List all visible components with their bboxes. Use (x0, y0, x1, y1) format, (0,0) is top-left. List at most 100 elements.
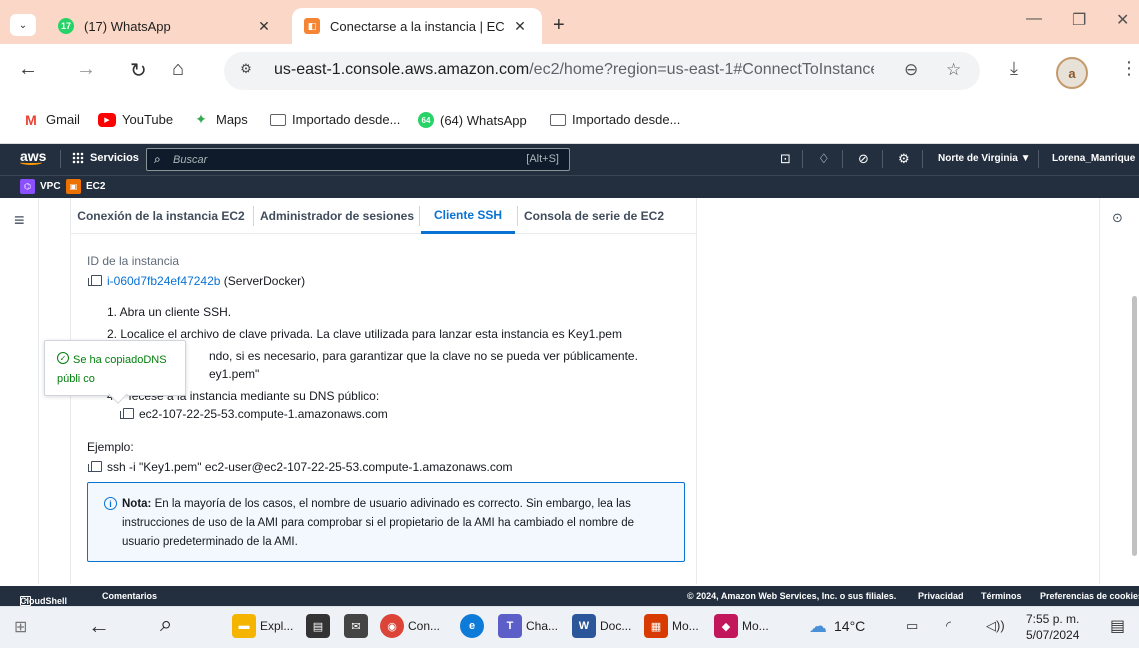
aws-logo-text: aws (20, 148, 47, 164)
new-tab-icon[interactable]: + (553, 14, 565, 37)
cookie-preferences-link[interactable]: Preferencias de cookies (1040, 591, 1139, 601)
taskbar-app-teams[interactable]: T Cha... (498, 614, 558, 638)
step-3-text: ndo, si es necesario, para garantizar qu… (209, 349, 638, 363)
tab-aws-connect[interactable]: ◧ Conectarse a la instancia | EC ✕ (292, 8, 542, 44)
info-panel-icon[interactable]: ⊙ (1112, 210, 1123, 226)
taskbar-weather[interactable]: ☁ 14°C (806, 614, 865, 638)
aws-footer: > CloudShell Comentarios © 2024, Amazon W… (0, 586, 1139, 606)
back-arrow-icon[interactable]: ← (18, 58, 38, 81)
profile-avatar[interactable]: a (1056, 57, 1088, 89)
cloudshell-icon[interactable]: ⊡ (780, 151, 791, 167)
privacy-link[interactable]: Privacidad (918, 591, 964, 601)
close-icon[interactable]: ✕ (254, 18, 274, 35)
favorite-ec2[interactable]: ▣ EC2 (66, 179, 105, 194)
bell-icon[interactable]: ♢ (818, 151, 830, 167)
bookmark-gmail[interactable]: M Gmail (22, 112, 80, 128)
user-menu[interactable]: Lorena_Manrique ▼ (1052, 153, 1139, 164)
dns-row: ec2-107-22-25-53.compute-1.amazonaws.com (120, 407, 388, 421)
taskbar-app-label: Mo... (672, 619, 699, 633)
aws-logo[interactable]: aws (20, 148, 46, 165)
taskbar-store[interactable]: ▤ (306, 614, 334, 638)
close-icon[interactable]: ✕ (510, 18, 530, 35)
bookmark-maps[interactable]: ✦ Maps (192, 111, 248, 127)
copy-icon[interactable] (88, 461, 102, 472)
forward-arrow-icon[interactable]: → (76, 58, 96, 81)
zoom-icon[interactable]: ⊖ (904, 60, 918, 80)
window-close-icon[interactable]: ✕ (1116, 10, 1129, 30)
tab-session-manager[interactable]: Administrador de sesiones (257, 198, 417, 234)
instance-name: (ServerDocker) (223, 274, 306, 288)
bookmark-folder-1[interactable]: Importado desde... (270, 112, 400, 127)
tab-serial-console[interactable]: Consola de serie de EC2 (519, 198, 669, 234)
taskbar-mail[interactable]: ✉ (344, 614, 372, 638)
hamburger-menu-icon[interactable]: ≡ (14, 210, 25, 231)
home-icon[interactable]: ⌂ (172, 58, 184, 81)
taskbar-app-mo-1[interactable]: ▦ Mo... (644, 614, 699, 638)
search-input[interactable] (173, 151, 473, 169)
bookmark-star-icon[interactable]: ☆ (946, 60, 961, 80)
terms-link[interactable]: Términos (981, 591, 1022, 601)
taskbar-search-icon[interactable]: ⌕ (160, 611, 172, 637)
copy-icon[interactable] (88, 275, 102, 286)
start-grid-icon[interactable]: ⊞ (14, 617, 27, 637)
site-settings-icon[interactable]: ⚙ (234, 61, 258, 81)
tab-ssh-client[interactable]: Cliente SSH (421, 198, 515, 234)
tab-separator (253, 206, 254, 226)
instance-id-label: ID de la instancia (87, 254, 180, 268)
nav-divider (922, 150, 923, 168)
bookmark-youtube[interactable]: ▶ YouTube (98, 112, 173, 127)
download-icon[interactable]: ⤓ (1010, 58, 1018, 79)
copy-icon[interactable] (120, 408, 134, 419)
weather-temp: 14°C (834, 618, 866, 634)
services-menu[interactable]: Servicios (72, 152, 139, 164)
taskbar-edge[interactable]: e (460, 614, 488, 638)
taskbar-clock[interactable]: 7:55 p. m. 5/07/2024 (1026, 611, 1079, 643)
example-label: Ejemplo: (87, 440, 134, 454)
reload-icon[interactable]: ↻ (130, 58, 147, 83)
battery-icon[interactable]: ▭ (906, 618, 918, 634)
note-text: Nota: En la mayoría de los casos, el nom… (122, 495, 672, 552)
tab-ec2-instance-connect[interactable]: Conexión de la instancia EC2 (71, 198, 251, 234)
favorite-vpc[interactable]: ⌬ VPC (20, 179, 61, 194)
mail-icon: ✉ (344, 614, 368, 638)
tab-separator (517, 206, 518, 226)
browser-tab-bar: ⌄ 17 (17) WhatsApp ✕ ◧ Conectarse a la i… (0, 0, 1139, 44)
taskbar-back-icon[interactable]: ← (88, 613, 110, 639)
kebab-menu-icon[interactable]: ⋮ (1120, 58, 1138, 79)
taskbar-app-word[interactable]: W Doc... (572, 614, 631, 638)
region-selector[interactable]: Norte de Virginia ▼ (938, 153, 1031, 164)
maximize-icon[interactable]: ❐ (1072, 10, 1086, 30)
aws-top-nav: aws Servicios ⌕ [Alt+S] ⊡ ♢ ⊘ ⚙ Norte de… (0, 144, 1139, 175)
instance-id-link[interactable]: i-060d7fb24ef47242b (107, 274, 220, 288)
feedback-link[interactable]: Comentarios (102, 591, 157, 601)
gear-icon[interactable]: ⚙ (898, 151, 910, 167)
url-text[interactable]: us-east-1.console.aws.amazon.com/ec2/hom… (274, 61, 874, 79)
tab-whatsapp[interactable]: 17 (17) WhatsApp ✕ (46, 8, 286, 44)
taskbar-app-mo-2[interactable]: ◆ Mo... (714, 614, 769, 638)
taskbar-app-explorer[interactable]: ▬ Expl... (232, 614, 293, 638)
favorite-label: EC2 (86, 181, 106, 192)
instance-id-row: i-060d7fb24ef47242b (ServerDocker) (88, 274, 306, 288)
bookmark-whatsapp[interactable]: 64 (64) WhatsApp (418, 112, 527, 128)
aws-search[interactable]: ⌕ [Alt+S] (146, 148, 570, 171)
example-command: ssh -i "Key1.pem" ec2-user@ec2-107-22-25… (107, 460, 513, 474)
tab-search-chevron-icon[interactable]: ⌄ (10, 14, 36, 36)
minimize-icon[interactable]: — (1026, 10, 1042, 28)
notification-icon[interactable]: ▤ (1110, 616, 1125, 636)
bookmark-folder-2[interactable]: Importado desde... (550, 112, 680, 127)
speaker-icon[interactable]: ◁)) (986, 618, 1005, 634)
example-row: ssh -i "Key1.pem" ec2-user@ec2-107-22-25… (88, 460, 513, 474)
step-2: 2. Localice el archivo de clave privada.… (107, 327, 622, 341)
wifi-icon[interactable]: ◜ (946, 618, 951, 634)
search-icon: ⌕ (154, 152, 161, 166)
bookmark-label: Importado desde... (572, 112, 681, 127)
taskbar-app-chrome[interactable]: ◉ Con... (380, 614, 440, 638)
help-icon[interactable]: ⊘ (858, 151, 869, 167)
vpc-icon: ⌬ (20, 179, 35, 194)
url-path: /ec2/home?region=us-east-1#ConnectToInst… (529, 61, 874, 78)
page-scrollbar[interactable] (1132, 296, 1137, 556)
maps-icon: ✦ (195, 111, 207, 127)
omnibox[interactable]: ⚙ us-east-1.console.aws.amazon.com/ec2/h… (224, 52, 980, 90)
bookmark-label: (64) WhatsApp (440, 112, 527, 128)
app-grid-icon: ▦ (644, 614, 668, 638)
